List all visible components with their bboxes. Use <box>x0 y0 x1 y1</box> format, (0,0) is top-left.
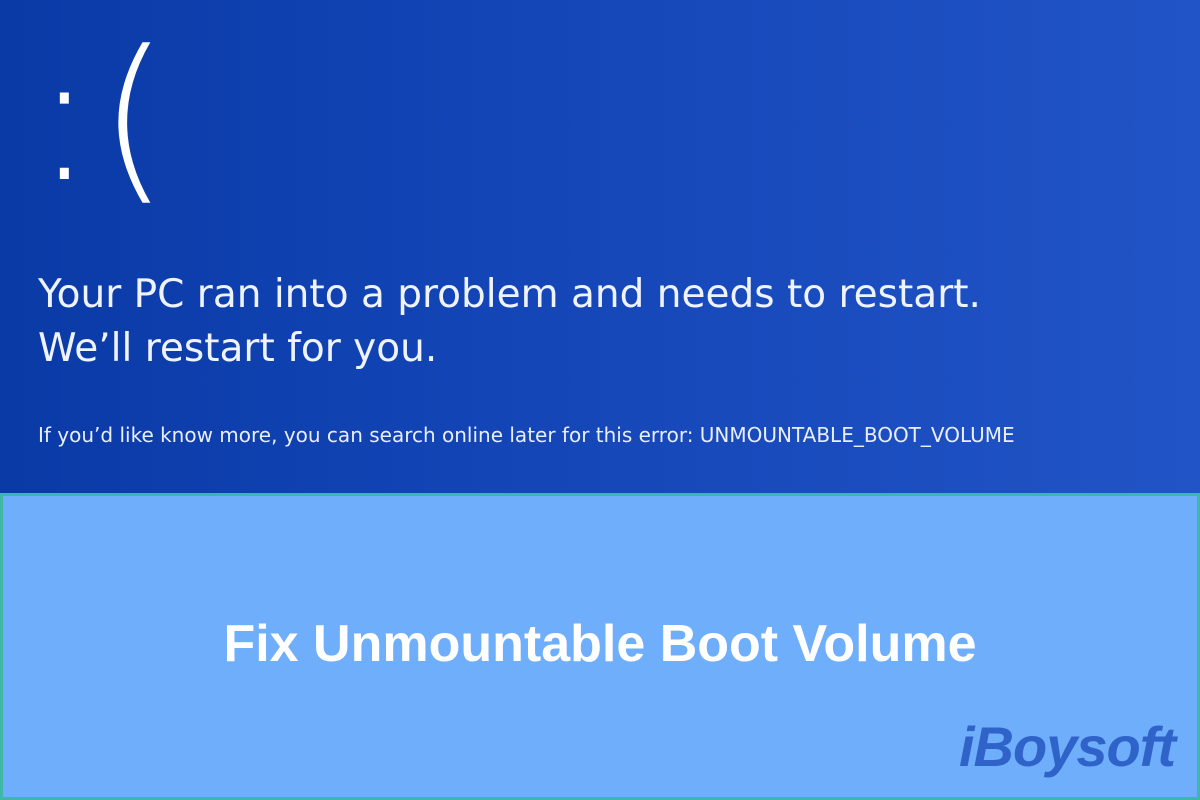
sad-face-icon: :( <box>34 13 173 222</box>
headline-line-1: Your PC ran into a problem and needs to … <box>38 272 981 317</box>
headline-line-2: We’ll restart for you. <box>38 326 438 371</box>
title-banner: Fix Unmountable Boot Volume iBoysoft <box>0 493 1200 800</box>
banner-title: Fix Unmountable Boot Volume <box>223 615 977 673</box>
brand-logo: iBoysoft <box>959 715 1176 778</box>
error-code-text: If you’d like know more, you can search … <box>38 423 1015 447</box>
bsod-screen: :( Your PC ran into a problem and needs … <box>0 0 1200 493</box>
error-headline: Your PC ran into a problem and needs to … <box>38 268 981 376</box>
page: :( Your PC ran into a problem and needs … <box>0 0 1200 800</box>
